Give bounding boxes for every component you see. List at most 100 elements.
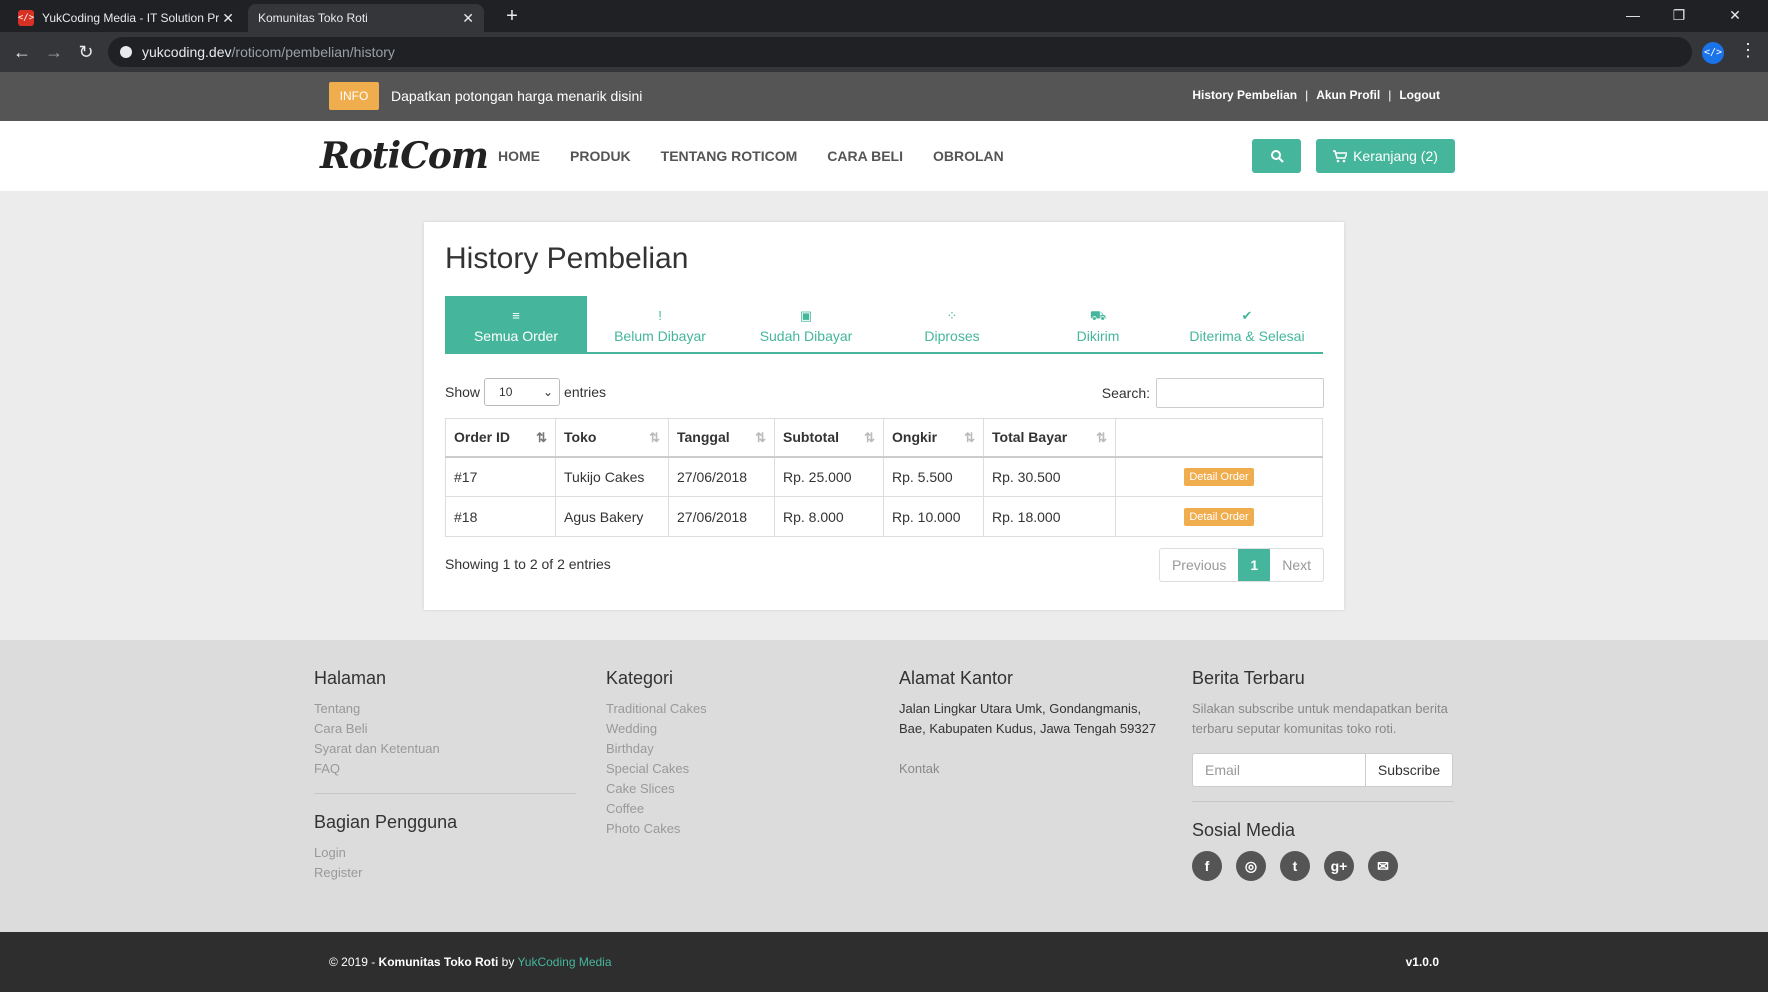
footer-link-faq[interactable]: FAQ — [314, 759, 576, 779]
action-cell: Detail Order — [1115, 496, 1323, 537]
subscribe-button[interactable]: Subscribe — [1365, 753, 1453, 787]
footer-col-halaman: Halaman Tentang Cara Beli Syarat dan Ket… — [314, 668, 576, 883]
toko: Agus Bakery — [555, 496, 669, 537]
entries-select[interactable]: 10 ⌄ — [484, 378, 561, 406]
nav-obrolan[interactable]: OBROLAN — [933, 148, 1004, 164]
column-header: Ongkir — [892, 429, 938, 446]
tanggal: 27/06/2018 — [668, 456, 775, 497]
site-footer: Halaman Tentang Cara Beli Syarat dan Ket… — [0, 640, 1768, 932]
google-plus-icon[interactable]: g+ — [1324, 851, 1354, 881]
category-link[interactable]: Coffee — [606, 799, 868, 819]
close-icon[interactable]: ✕ — [462, 10, 474, 27]
footer-col-berita: Berita Terbaru Silakan subscribe untuk m… — [1192, 668, 1454, 881]
email-field[interactable]: Email — [1192, 753, 1365, 787]
footer-link-syarat[interactable]: Syarat dan Ketentuan — [314, 739, 576, 759]
footer-link-kontak[interactable]: Kontak — [899, 759, 1161, 779]
separator: | — [1305, 88, 1309, 102]
order-table: Order ID ⇅ Toko ⇅ Tanggal ⇅ Subtotal ⇅ Ongki… — [445, 418, 1323, 537]
copyright-text: © 2019 - Komunitas Toko Roti by YukCodin… — [329, 955, 612, 969]
copyright-prefix: © 2019 - — [329, 955, 379, 969]
instagram-icon[interactable]: ◎ — [1236, 851, 1266, 881]
forward-icon[interactable]: → — [42, 40, 66, 64]
table-row: #17 Tukijo Cakes 27/06/2018 Rp. 25.000 R… — [445, 456, 1323, 497]
category-link[interactable]: Special Cakes — [606, 759, 868, 779]
footer-link-login[interactable]: Login — [314, 843, 576, 863]
tab-sudah-dibayar[interactable]: ▣ Sudah Dibayar — [733, 296, 879, 354]
browser-tab-komunitas[interactable]: Komunitas Toko Roti ✕ — [248, 4, 484, 32]
search-input[interactable] — [1156, 378, 1324, 408]
nav-produk[interactable]: PRODUK — [570, 148, 631, 164]
category-link[interactable]: Traditional Cakes — [606, 699, 868, 719]
category-link[interactable]: Birthday — [606, 739, 868, 759]
divider — [314, 793, 576, 794]
tab-diproses[interactable]: ⁘ Diproses — [879, 296, 1025, 354]
extension-icon[interactable]: </> — [1702, 42, 1724, 64]
page-title: History Pembelian — [445, 242, 689, 275]
brand-link[interactable]: YukCoding Media — [517, 955, 611, 969]
minimize-icon[interactable]: — — [1610, 0, 1656, 32]
footer-col-kategori: Kategori Traditional Cakes Wedding Birth… — [606, 668, 868, 839]
previous-button[interactable]: Previous — [1160, 549, 1238, 581]
money-icon: ▣ — [799, 308, 813, 323]
promo-text[interactable]: Dapatkan potongan harga menarik disini — [391, 88, 642, 104]
col-tanggal[interactable]: Tanggal ⇅ — [668, 418, 775, 458]
profile-link[interactable]: Akun Profil — [1316, 88, 1380, 102]
category-link[interactable]: Photo Cakes — [606, 819, 868, 839]
cart-button[interactable]: Keranjang (2) — [1316, 139, 1455, 173]
window-close-icon[interactable]: ✕ — [1712, 0, 1758, 32]
next-button[interactable]: Next — [1270, 549, 1323, 581]
search-button[interactable] — [1252, 139, 1301, 173]
back-icon[interactable]: ← — [10, 40, 34, 64]
column-header: Tanggal — [677, 429, 730, 446]
col-order-id[interactable]: Order ID ⇅ — [445, 418, 556, 458]
footer-heading: Berita Terbaru — [1192, 668, 1305, 688]
ongkir: Rp. 10.000 — [883, 496, 984, 537]
url-input[interactable]: yukcoding.dev /roticom/pembelian/history — [108, 37, 1692, 67]
footer-link-cara-beli[interactable]: Cara Beli — [314, 719, 576, 739]
page-1-button[interactable]: 1 — [1238, 549, 1271, 581]
tab-belum-dibayar[interactable]: ! Belum Dibayar — [587, 296, 733, 354]
col-total-bayar[interactable]: Total Bayar ⇅ — [983, 418, 1116, 458]
tab-diterima-selesai[interactable]: ✔ Diterima & Selesai — [1171, 296, 1323, 354]
history-link[interactable]: History Pembelian — [1192, 88, 1297, 102]
logout-link[interactable]: Logout — [1399, 88, 1440, 102]
copyright-bar: © 2019 - Komunitas Toko Roti by YukCodin… — [0, 932, 1768, 992]
column-header: Order ID — [454, 429, 511, 446]
search-icon — [1270, 150, 1284, 163]
col-action — [1115, 418, 1323, 458]
social-icons: f ◎ t g+ ✉ — [1192, 851, 1454, 881]
toko: Tukijo Cakes — [555, 456, 669, 497]
nav-tentang[interactable]: TENTANG ROTICOM — [661, 148, 798, 164]
browser-tab-yukcoding[interactable]: </> YukCoding Media - IT Solution Pr ✕ — [8, 4, 244, 32]
twitter-icon[interactable]: t — [1280, 851, 1310, 881]
footer-heading: Sosial Media — [1192, 820, 1296, 840]
category-link[interactable]: Wedding — [606, 719, 868, 739]
category-link[interactable]: Cake Slices — [606, 779, 868, 799]
history-card: History Pembelian ≡ Semua Order ! Belum … — [424, 222, 1344, 610]
col-ongkir[interactable]: Ongkir ⇅ — [883, 418, 984, 458]
table-info: Showing 1 to 2 of 2 entries — [445, 556, 611, 572]
col-toko[interactable]: Toko ⇅ — [555, 418, 669, 458]
col-subtotal[interactable]: Subtotal ⇅ — [774, 418, 884, 458]
footer-link-tentang[interactable]: Tentang — [314, 699, 576, 719]
column-header: Toko — [564, 429, 597, 446]
tab-dikirim[interactable]: ⛟ Dikirim — [1025, 296, 1171, 354]
new-tab-button[interactable]: + — [500, 4, 524, 28]
copyright-name: Komunitas Toko Roti — [378, 955, 499, 969]
email-icon[interactable]: ✉ — [1368, 851, 1398, 881]
footer-link-register[interactable]: Register — [314, 863, 576, 883]
restore-icon[interactable]: ❐ — [1656, 0, 1702, 32]
site-info-icon[interactable] — [120, 46, 132, 58]
tab-semua-order[interactable]: ≡ Semua Order — [445, 296, 587, 354]
close-icon[interactable]: ✕ — [222, 10, 234, 27]
tab-title: YukCoding Media - IT Solution Pr — [42, 11, 220, 25]
nav-home[interactable]: HOME — [498, 148, 540, 164]
detail-order-button[interactable]: Detail Order — [1184, 508, 1254, 526]
nav-cara-beli[interactable]: CARA BELI — [827, 148, 903, 164]
site-logo[interactable]: RotiCom — [320, 135, 489, 177]
detail-order-button[interactable]: Detail Order — [1184, 468, 1254, 487]
reload-icon[interactable]: ↻ — [74, 40, 98, 64]
menu-icon[interactable]: ⋮ — [1738, 40, 1758, 61]
spinner-icon: ⁘ — [946, 308, 958, 323]
facebook-icon[interactable]: f — [1192, 851, 1222, 881]
